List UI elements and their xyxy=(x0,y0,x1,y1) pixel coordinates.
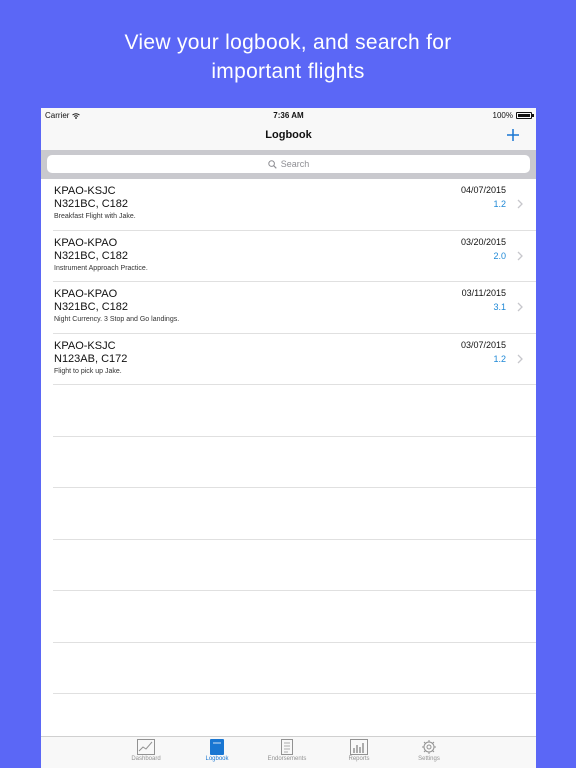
flight-remarks: Breakfast Flight with Jake. xyxy=(54,213,136,220)
page-title: Logbook xyxy=(265,129,312,141)
flight-date: 04/07/2015 xyxy=(460,185,506,195)
flight-aircraft: N321BC, C182 xyxy=(54,301,128,313)
flight-hours: 3.1 xyxy=(493,302,506,312)
tab-bar: Dashboard Logbook Endorsements Reports S… xyxy=(41,736,536,768)
tab-label: Reports xyxy=(348,756,370,762)
battery-percent: 100% xyxy=(492,111,513,120)
search-input[interactable]: Search xyxy=(47,155,530,173)
battery-icon xyxy=(516,112,534,119)
empty-row xyxy=(53,540,536,591)
battery-indicator: 100% xyxy=(492,111,534,120)
flight-route: KPAO-KSJC xyxy=(54,339,116,352)
flight-hours: 1.2 xyxy=(493,199,506,209)
flight-route: KPAO-KPAO xyxy=(54,236,118,249)
flight-row[interactable]: KPAO-KSJC N321BC, C182 Breakfast Flight … xyxy=(53,179,536,231)
marketing-headline: View your logbook, and search for import… xyxy=(0,28,576,86)
flight-aircraft: N123AB, C172 xyxy=(54,352,128,365)
status-time: 7:36 AM xyxy=(273,111,304,120)
tab-dashboard[interactable]: Dashboard xyxy=(116,739,176,762)
flight-date: 03/07/2015 xyxy=(460,339,506,350)
empty-row xyxy=(53,643,536,694)
empty-row xyxy=(53,488,536,540)
headline-line-1: View your logbook, and search for xyxy=(124,31,452,54)
status-bar: Carrier 7:36 AM 100% xyxy=(41,108,536,124)
flight-row[interactable]: KPAO-KPAO N321BC, C182 Night Currency. 3… xyxy=(53,282,536,334)
tab-reports[interactable]: Reports xyxy=(329,739,389,762)
tab-label: Settings xyxy=(418,756,440,762)
flight-route: KPAO-KPAO xyxy=(54,288,118,300)
gear-icon xyxy=(422,740,436,754)
app-screen: Carrier 7:36 AM 100% Logbook Search KPAO… xyxy=(41,108,536,768)
plus-icon[interactable] xyxy=(504,126,522,144)
chart-icon xyxy=(137,739,155,755)
flight-hours: 2.0 xyxy=(493,250,506,261)
empty-row xyxy=(53,591,536,643)
tab-logbook[interactable]: Logbook xyxy=(187,739,247,762)
empty-row xyxy=(53,437,536,488)
flight-date: 03/20/2015 xyxy=(460,236,506,247)
chevron-right-icon xyxy=(517,199,523,209)
tab-label: Logbook xyxy=(205,756,229,762)
tab-label: Dashboard xyxy=(131,756,161,762)
search-placeholder: Search xyxy=(280,159,310,169)
flight-row[interactable]: KPAO-KPAO N321BC, C182 Instrument Approa… xyxy=(53,231,536,282)
chevron-right-icon xyxy=(517,354,523,363)
tab-label: Endorsements xyxy=(267,756,307,762)
flight-hours: 1.2 xyxy=(493,353,506,364)
flight-remarks: Instrument Approach Practice. xyxy=(54,264,148,272)
book-icon xyxy=(210,739,224,755)
document-icon xyxy=(281,739,293,755)
chevron-right-icon xyxy=(517,251,523,260)
flight-row[interactable]: KPAO-KSJC N123AB, C172 Flight to pick up… xyxy=(53,334,536,385)
flight-date: 03/11/2015 xyxy=(461,288,506,298)
flight-aircraft: N321BC, C182 xyxy=(54,198,128,210)
flight-remarks: Night Currency. 3 Stop and Go landings. xyxy=(54,316,180,323)
navigation-bar: Logbook xyxy=(41,124,536,150)
flight-remarks: Flight to pick up Jake. xyxy=(54,367,122,375)
bar-chart-icon xyxy=(350,739,368,755)
empty-row xyxy=(53,385,536,437)
chevron-right-icon xyxy=(517,302,523,312)
search-bar: Search xyxy=(41,150,536,179)
tab-endorsements[interactable]: Endorsements xyxy=(257,739,317,762)
flight-list: KPAO-KSJC N321BC, C182 Breakfast Flight … xyxy=(41,179,536,694)
flight-aircraft: N321BC, C182 xyxy=(54,249,128,262)
tab-settings[interactable]: Settings xyxy=(399,739,459,762)
headline-line-2: important flights xyxy=(211,60,365,83)
flight-route: KPAO-KSJC xyxy=(54,185,116,197)
search-icon xyxy=(268,159,277,169)
